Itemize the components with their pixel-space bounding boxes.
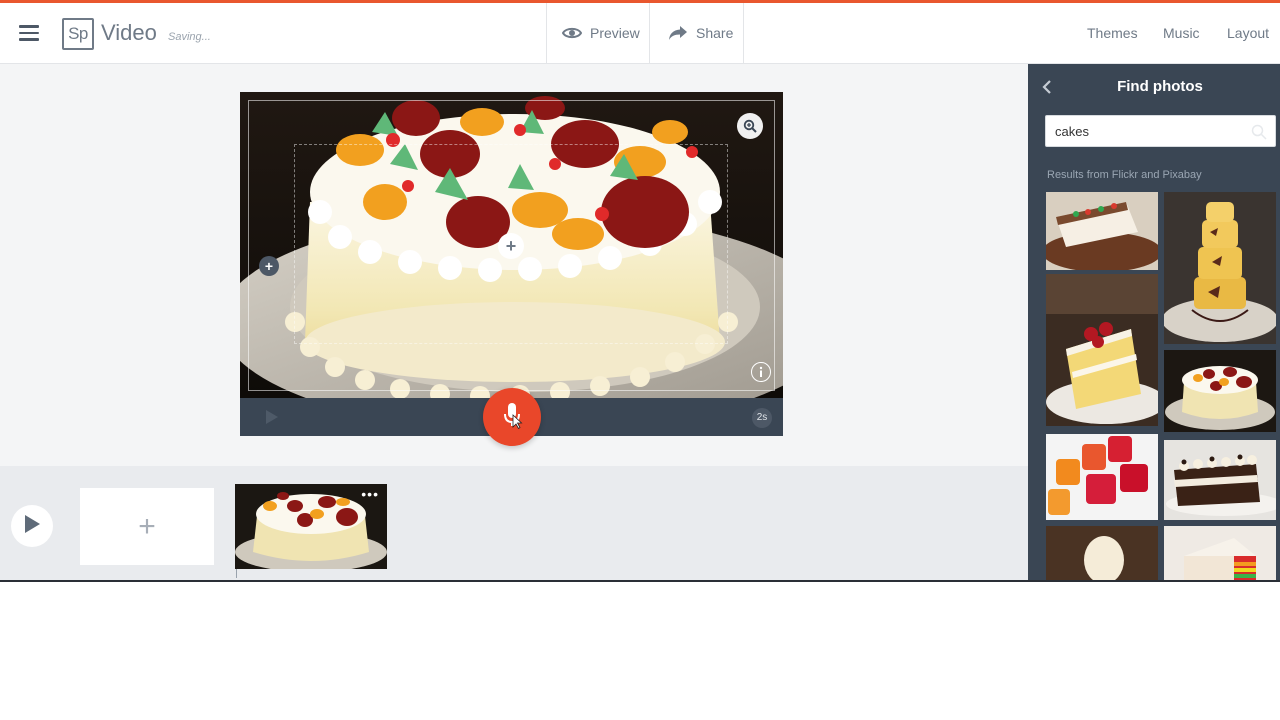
info-icon[interactable] [751, 362, 771, 382]
add-item-left-button[interactable]: + [259, 256, 279, 276]
share-label: Share [696, 25, 734, 41]
share-arrow-icon [668, 25, 688, 41]
slide-stage: + + 2s [240, 92, 783, 436]
photo-result[interactable] [1046, 274, 1158, 426]
playhead-marker [236, 569, 237, 578]
top-bar: Sp Video Saving... Preview Share Themes … [0, 3, 1280, 64]
play-all-button[interactable] [11, 505, 53, 547]
app-title: Video [101, 20, 157, 45]
timeline: + ••• [0, 466, 1028, 580]
share-button[interactable]: Share [668, 3, 733, 63]
panel-title: Find photos [1117, 78, 1203, 95]
music-link[interactable]: Music [1163, 25, 1200, 41]
divider [649, 3, 650, 63]
save-status: Saving... [168, 31, 211, 43]
duration-badge[interactable]: 2s [752, 408, 772, 428]
eye-icon [562, 26, 582, 40]
photo-result[interactable] [1164, 440, 1276, 520]
photo-result[interactable] [1046, 192, 1158, 270]
microphone-icon [501, 401, 523, 434]
preview-label: Preview [590, 25, 640, 41]
layout-link[interactable]: Layout [1227, 25, 1269, 41]
photo-result[interactable] [1164, 526, 1276, 580]
play-icon[interactable] [266, 410, 278, 424]
slide-thumbnail[interactable]: ••• [235, 484, 387, 569]
zoom-in-icon[interactable] [737, 113, 763, 139]
photo-result[interactable] [1046, 434, 1158, 520]
add-text-center-button[interactable]: + [498, 233, 524, 259]
results-source-label: Results from Flickr and Pixabay [1047, 169, 1202, 181]
divider [546, 3, 547, 63]
photo-result[interactable] [1046, 526, 1158, 580]
find-photos-panel: Find photos Results from Flickr and Pixa… [1028, 64, 1280, 580]
chevron-left-icon[interactable] [1042, 80, 1056, 96]
play-icon [23, 514, 41, 539]
app-logo[interactable]: Sp [62, 18, 94, 50]
slide-options-button[interactable]: ••• [361, 486, 379, 502]
empty-area-below [0, 580, 1280, 720]
add-slide-button[interactable]: + [80, 488, 214, 565]
preview-button[interactable]: Preview [562, 3, 640, 63]
record-voice-button[interactable] [483, 388, 541, 446]
photo-search-box [1045, 115, 1276, 147]
photo-search-input[interactable] [1055, 116, 1245, 146]
themes-link[interactable]: Themes [1087, 25, 1138, 41]
search-icon[interactable] [1251, 124, 1267, 140]
menu-icon[interactable] [19, 25, 39, 41]
photo-result[interactable] [1164, 350, 1276, 432]
divider [743, 3, 744, 63]
photo-result[interactable] [1164, 192, 1276, 344]
app-window: Sp Video Saving... Preview Share Themes … [0, 0, 1280, 580]
